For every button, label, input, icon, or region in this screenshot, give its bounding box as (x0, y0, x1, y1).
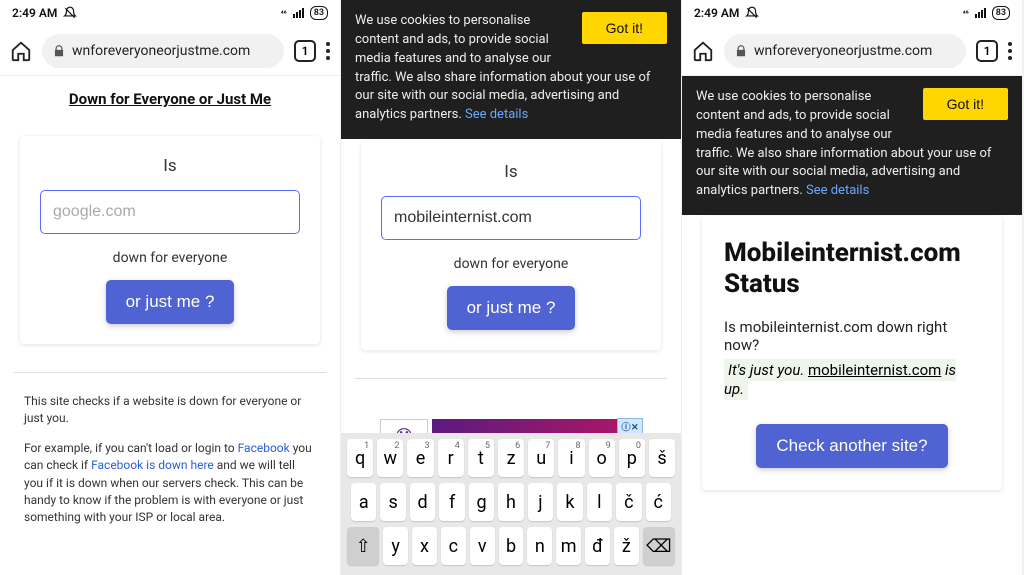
is-label: Is (40, 156, 300, 176)
below-input-label: down for everyone (40, 250, 300, 266)
check-card: Is down for everyone or just me ? (361, 142, 661, 350)
result-domain-link[interactable]: mobileinternist.com (808, 361, 941, 379)
key-f[interactable]: f (439, 483, 464, 521)
facebook-link[interactable]: Facebook (238, 441, 290, 455)
result-card: Mobileinternist.com Status Is mobileinte… (702, 216, 1002, 490)
key-e[interactable]: e3 (407, 439, 433, 477)
cookie-details-link[interactable]: See details (465, 107, 528, 122)
key-s[interactable]: s (380, 483, 405, 521)
browser-toolbar: wnforeveryoneorjustme.com 1 (682, 26, 1022, 76)
key-⇧[interactable]: ⇧ (347, 527, 379, 565)
status-time: 2:49 AM (12, 6, 57, 20)
below-input-label: down for everyone (381, 256, 641, 272)
result-heading: Mobileinternist.com Status (724, 238, 980, 300)
key-x[interactable]: x (412, 527, 437, 565)
key-i[interactable]: i8 (558, 439, 584, 477)
check-another-button[interactable]: Check another site? (756, 424, 947, 468)
check-button[interactable]: or just me ? (447, 286, 576, 330)
url-bar[interactable]: wnforeveryoneorjustme.com (42, 34, 284, 68)
domain-input[interactable] (40, 190, 300, 234)
key-č[interactable]: č (616, 483, 641, 521)
key-v[interactable]: v (470, 527, 495, 565)
key-ć[interactable]: ć (646, 483, 671, 521)
cookie-details-link[interactable]: See details (806, 183, 869, 198)
url-bar[interactable]: wnforeveryoneorjustme.com (724, 34, 966, 68)
key-š[interactable]: š (649, 439, 675, 477)
status-time: 2:49 AM (694, 6, 739, 20)
explain-p2: For example, if you can't load or login … (24, 440, 316, 527)
lock-icon (52, 44, 66, 58)
key-w[interactable]: w2 (377, 439, 403, 477)
domain-input[interactable] (381, 196, 641, 240)
key-h[interactable]: h (498, 483, 523, 521)
key-l[interactable]: l (587, 483, 612, 521)
key-p[interactable]: p0 (619, 439, 645, 477)
divider (14, 372, 326, 373)
cookie-accept-button[interactable]: Got it! (923, 88, 1008, 120)
key-j[interactable]: j (528, 483, 553, 521)
dnd-icon (63, 6, 77, 20)
home-icon[interactable] (692, 40, 714, 62)
key-ž[interactable]: ž (614, 527, 639, 565)
key-d[interactable]: d (410, 483, 435, 521)
dnd-icon (745, 6, 759, 20)
key-g[interactable]: g (469, 483, 494, 521)
key-q[interactable]: q1 (347, 439, 373, 477)
key-z[interactable]: z6 (498, 439, 524, 477)
check-button[interactable]: or just me ? (106, 280, 235, 324)
key-k[interactable]: k (557, 483, 582, 521)
explain-p1: This site checks if a website is down fo… (24, 393, 316, 428)
volte-icon: ⁴⁶ (281, 9, 287, 18)
key-đ[interactable]: đ (585, 527, 610, 565)
url-text: wnforeveryoneorjustme.com (754, 43, 932, 59)
divider (355, 378, 667, 379)
soft-keyboard: q1w2e3r4t5z6u7i8o9p0š asdfghjklčć ⇧yxcvb… (341, 433, 681, 575)
key-r[interactable]: r4 (438, 439, 464, 477)
key-c[interactable]: c (441, 527, 466, 565)
cookie-accept-button[interactable]: Got it! (582, 12, 667, 44)
menu-icon[interactable] (1008, 42, 1012, 60)
key-n[interactable]: n (527, 527, 552, 565)
cookie-banner: Got it! We use cookies to personalise co… (682, 76, 1022, 215)
signal-icon (975, 8, 986, 18)
battery-icon: 83 (310, 6, 328, 20)
result-answer: It's just you. mobileinternist.com is up… (724, 359, 956, 400)
tab-switcher[interactable]: 1 (294, 40, 316, 62)
cookie-banner: Got it! We use cookies to personalise co… (341, 0, 681, 139)
battery-icon: 83 (992, 6, 1010, 20)
status-bar: 2:49 AM ⁴⁶ 83 (682, 0, 1022, 26)
url-text: wnforeveryoneorjustme.com (72, 43, 250, 59)
volte-icon: ⁴⁶ (963, 9, 969, 18)
key-m[interactable]: m (556, 527, 581, 565)
key-a[interactable]: a (351, 483, 376, 521)
key-o[interactable]: o9 (589, 439, 615, 477)
check-card: Is down for everyone or just me ? (20, 136, 320, 344)
facebook-down-link[interactable]: Facebook is down here (91, 458, 214, 472)
signal-icon (293, 8, 304, 18)
key-b[interactable]: b (499, 527, 524, 565)
tab-switcher[interactable]: 1 (976, 40, 998, 62)
explain-text: This site checks if a website is down fo… (14, 393, 326, 527)
menu-icon[interactable] (326, 42, 330, 60)
key-u[interactable]: u7 (528, 439, 554, 477)
status-bar: 2:49 AM ⁴⁶ 83 (0, 0, 340, 26)
page-title[interactable]: Down for Everyone or Just Me (14, 90, 326, 108)
home-icon[interactable] (10, 40, 32, 62)
browser-toolbar: wnforeveryoneorjustme.com 1 (0, 26, 340, 76)
key-y[interactable]: y (383, 527, 408, 565)
result-question: Is mobileinternist.com down right now? (724, 318, 980, 354)
lock-icon (734, 44, 748, 58)
key-t[interactable]: t5 (468, 439, 494, 477)
is-label: Is (381, 162, 641, 182)
key-⌫[interactable]: ⌫ (643, 527, 675, 565)
